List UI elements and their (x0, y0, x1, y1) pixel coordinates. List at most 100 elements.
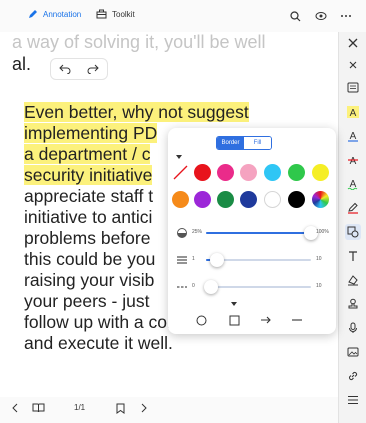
image-tool[interactable] (345, 344, 361, 360)
link-icon (348, 371, 358, 381)
doc-line-12: and execute it well. (24, 333, 173, 353)
signature-icon (348, 275, 358, 286)
strikethrough-icon: A (348, 156, 358, 166)
tab-border[interactable]: Border (217, 137, 244, 149)
tab-fill[interactable]: Fill (244, 137, 271, 149)
doc-faded-line: a way of solving it, you'll be well (12, 32, 266, 52)
bookmark-button[interactable] (116, 403, 125, 414)
bottom-toolbar: 1/1 (0, 397, 338, 423)
tab-toolkit[interactable]: Toolkit (96, 9, 135, 19)
signature-tool[interactable] (345, 272, 361, 288)
prev-page-button[interactable] (12, 403, 18, 413)
strikeout-tool[interactable]: A (345, 152, 361, 168)
undo-icon[interactable] (59, 64, 71, 74)
opacity-min-label: 25% (192, 229, 203, 235)
thickness-slider: 1 10 (176, 252, 328, 268)
caret-down-icon (231, 302, 237, 306)
stamp-icon (348, 298, 358, 309)
tab-annotation-label: Annotation (43, 9, 82, 19)
tab-annotation[interactable]: Annotation (28, 9, 81, 19)
doc-partial-line: al. (12, 54, 32, 74)
close-annotation-button[interactable] (345, 35, 361, 51)
color-swatch-white[interactable] (264, 191, 281, 208)
custom-color-picker[interactable] (312, 191, 329, 208)
opacity-track[interactable] (206, 226, 318, 240)
color-swatch-red[interactable] (194, 164, 211, 181)
shape-tool[interactable] (345, 224, 361, 240)
redo-icon[interactable] (87, 64, 99, 74)
stamp-tool[interactable] (345, 296, 361, 312)
underline-tool[interactable]: A (345, 128, 361, 144)
opacity-max-label: 100% (316, 229, 329, 235)
eye-icon (315, 12, 327, 20)
text-icon (349, 251, 357, 261)
circle-icon (196, 315, 206, 325)
color-swatch-orange[interactable] (172, 191, 189, 208)
circle-shape-button[interactable] (194, 313, 208, 327)
color-swatch-navy[interactable] (240, 191, 257, 208)
toolbox-icon (96, 9, 107, 19)
note-icon (347, 82, 359, 93)
pen-icon (29, 10, 37, 18)
more-icon (341, 15, 351, 17)
no-color-swatch[interactable] (172, 164, 189, 181)
squiggly-underline-icon: A (347, 179, 358, 190)
color-swatch-pink[interactable] (240, 164, 257, 181)
thickness-min-label: 1 (192, 256, 195, 262)
next-page-button[interactable] (141, 403, 147, 413)
color-swatch-black[interactable] (288, 191, 305, 208)
chevron-right-icon (141, 403, 147, 413)
highlight-tool[interactable]: A (345, 104, 361, 120)
link-tool[interactable] (345, 368, 361, 384)
menu-button[interactable] (345, 392, 361, 408)
close-panel-button[interactable] (345, 57, 361, 73)
dash-track[interactable] (204, 280, 311, 294)
search-button[interactable] (287, 8, 303, 24)
menu-icon (348, 396, 358, 404)
thickness-knob[interactable] (209, 253, 224, 267)
doc-line-3: a department / c (24, 144, 151, 164)
voice-note-tool[interactable] (345, 320, 361, 336)
doc-line-2: implementing PD (24, 123, 158, 143)
view-button[interactable] (313, 8, 329, 24)
opacity-icon (177, 228, 187, 238)
microphone-icon (349, 322, 357, 333)
underline-icon: A (348, 131, 358, 142)
shape-properties-popover: Border Fill 25% 100% 1 10 0 10 (168, 128, 336, 334)
note-tool[interactable] (345, 80, 361, 96)
thickness-track[interactable] (206, 253, 311, 267)
highlight-icon: A (347, 106, 359, 118)
line-shape-button[interactable] (290, 313, 304, 327)
dash-knob[interactable] (204, 280, 219, 294)
search-icon (289, 10, 300, 21)
more-button[interactable] (338, 8, 354, 24)
close-icon (349, 61, 357, 69)
color-swatch-yellow[interactable] (312, 164, 329, 181)
ink-tool[interactable] (345, 200, 361, 216)
square-shape-button[interactable] (227, 313, 241, 327)
bookmark-icon (116, 403, 125, 414)
color-swatch-cyan[interactable] (264, 164, 281, 181)
svg-text:A: A (350, 156, 357, 166)
arrow-icon (261, 316, 271, 324)
svg-text:A: A (350, 131, 357, 142)
page-indicator: 1/1 (74, 403, 86, 412)
opacity-fill (206, 232, 311, 234)
dash-max-label: 10 (316, 283, 322, 289)
line-icon (292, 319, 302, 321)
chevron-left-icon (12, 403, 18, 413)
line-weight-icon (177, 256, 187, 264)
square-icon (229, 315, 239, 325)
squiggly-tool[interactable]: A (345, 176, 361, 192)
text-tool[interactable] (345, 248, 361, 264)
color-swatch-magenta[interactable] (217, 164, 234, 181)
tab-toolkit-label: Toolkit (112, 9, 135, 19)
top-toolbar: Annotation Toolkit (0, 0, 366, 32)
color-swatch-purple[interactable] (194, 191, 211, 208)
opacity-slider: 25% 100% (176, 225, 329, 241)
color-swatch-green[interactable] (288, 164, 305, 181)
arrow-shape-button[interactable] (259, 313, 273, 327)
annotation-toolbar: A A A A (338, 32, 366, 423)
book-view-button[interactable] (32, 403, 45, 413)
color-swatch-dark-green[interactable] (217, 191, 234, 208)
